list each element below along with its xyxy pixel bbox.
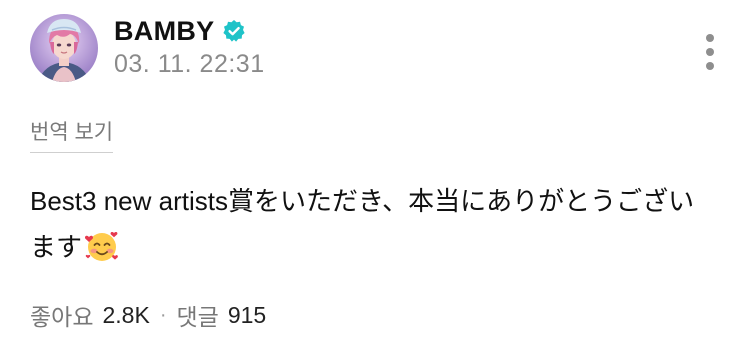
more-options-button[interactable]: [695, 30, 725, 74]
comments-count[interactable]: 915: [228, 302, 266, 329]
comments-label[interactable]: 댓글: [176, 298, 218, 332]
post-body-text: Best3 new artists賞をいただき、本当にありがとうございます: [30, 186, 695, 262]
post-timestamp: 03. 11. 22:31: [114, 50, 265, 78]
avatar[interactable]: [30, 14, 98, 82]
smiling-face-with-hearts-icon: [84, 228, 120, 264]
avatar-image: [30, 14, 98, 82]
translate-button[interactable]: 번역 보기: [30, 116, 114, 153]
more-vertical-icon: [706, 34, 714, 70]
verified-badge-icon: [222, 19, 246, 43]
likes-label[interactable]: 좋아요: [30, 298, 93, 332]
likes-count[interactable]: 2.8K: [102, 302, 149, 329]
post-body: Best3 new artists賞をいただき、本当にありがとうございます: [30, 178, 720, 270]
author-row: BAMBY: [114, 14, 246, 48]
author-name[interactable]: BAMBY: [114, 16, 215, 47]
post-stats: 좋아요 2.8K · 댓글 915: [30, 298, 266, 332]
post-card: BAMBY 03. 11. 22:31 번역 보기 Best3 new arti…: [0, 0, 750, 360]
stats-separator: ·: [159, 303, 167, 326]
